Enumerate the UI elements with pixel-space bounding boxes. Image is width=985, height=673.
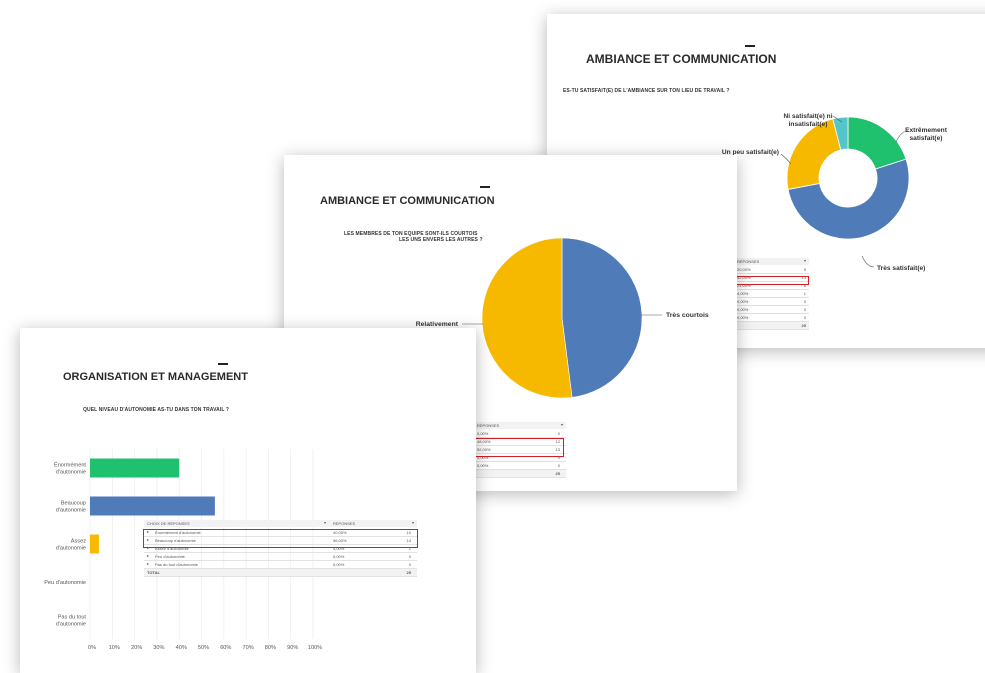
- expand-icon[interactable]: ▸: [147, 561, 149, 566]
- x-tick-label: 90%: [287, 645, 298, 651]
- x-tick-label: 30%: [153, 645, 164, 651]
- table-row: ▸ Pas du tout d'autonomie 0,00% 0: [144, 561, 417, 569]
- label-ni-satisfait: Ni satisfait(e) ni: [783, 113, 832, 120]
- label-extremement-satisfait: satisfait(e): [910, 135, 943, 142]
- table-header: CHOIX DE RÉPONSES ▾ RÉPONSES ▾: [144, 520, 417, 527]
- category-label: Peu d'autonomie: [44, 580, 86, 586]
- row-count: 0: [803, 315, 806, 320]
- category-label: d'autonomie: [56, 508, 86, 514]
- table-row: 0,00% 0: [733, 298, 809, 306]
- row-choice: Pas du tout d'autonomie: [155, 562, 199, 567]
- table-header-responses: RÉPONSES: [333, 521, 356, 526]
- expand-icon[interactable]: ▸: [147, 553, 149, 558]
- row-count: 5: [803, 267, 806, 272]
- total-count: 25: [801, 323, 806, 328]
- row-percent: 0,00%: [477, 463, 489, 468]
- category-label: Assez: [71, 539, 86, 545]
- table-row: 0,00% 0: [733, 314, 809, 322]
- label-extremement-satisfait: Extrêmement: [905, 127, 948, 134]
- row-percent: 0,00%: [333, 554, 345, 559]
- row-percent: 0,00%: [737, 299, 749, 304]
- sort-icon: ▾: [411, 520, 414, 525]
- sort-icon: ▾: [803, 258, 806, 263]
- row-percent: 0,00%: [737, 315, 749, 320]
- x-tick-label: 60%: [220, 645, 231, 651]
- row-percent: 0,00%: [477, 431, 489, 436]
- label-tres-satisfait: Très satisfait(e): [877, 265, 925, 272]
- donut-slice: [847, 116, 907, 170]
- table-row: 0,00% 0: [474, 462, 566, 470]
- x-tick-label: 10%: [109, 645, 120, 651]
- sort-icon: ▾: [560, 422, 563, 427]
- row-count: 0: [803, 307, 806, 312]
- table-row: 0,00% 0: [474, 430, 566, 438]
- category-label: d'autonomie: [56, 546, 86, 552]
- row-count: 0: [557, 463, 560, 468]
- x-tick-label: 100%: [308, 645, 322, 651]
- x-tick-label: 50%: [198, 645, 209, 651]
- category-label: Pas du tout: [58, 615, 87, 621]
- row-percent: 0,00%: [737, 307, 749, 312]
- table-total-row: 25: [474, 470, 566, 478]
- sort-icon: ▾: [324, 520, 327, 525]
- total-count: 25: [406, 570, 411, 575]
- row-count: 1: [803, 291, 806, 296]
- slide-organisation-management: ORGANISATION ET MANAGEMENT QUEL NIVEAU D…: [20, 328, 476, 673]
- responses-table: RÉPONSES ▾ 20,00% 5 52,00% 13 24,00% 6 4,00% 1 0…: [733, 258, 809, 338]
- table-header-responses: RÉPONSES: [737, 259, 760, 264]
- table-row: 4,00% 1: [733, 290, 809, 298]
- table-header-choices: CHOIX DE RÉPONSES: [147, 521, 190, 526]
- row-percent: 0,00%: [333, 562, 345, 567]
- pie-slice: [481, 237, 573, 399]
- bar: [90, 534, 99, 554]
- x-tick-label: 70%: [242, 645, 253, 651]
- table-total-row: 25: [733, 322, 809, 330]
- x-tick-label: 20%: [131, 645, 142, 651]
- bar: [90, 496, 215, 516]
- table-header-responses: RÉPONSES: [477, 423, 500, 428]
- highlight-box: [143, 529, 418, 548]
- row-count: 0: [803, 299, 806, 304]
- table-row: 20,00% 5: [733, 266, 809, 274]
- row-count: 0: [557, 431, 560, 436]
- bar-chart: 0% 10% 20% 30% 40% 50% 60% 70% 80% 90% 100% Énormém…: [44, 449, 322, 651]
- table-row: 0,00% 0: [733, 306, 809, 314]
- row-count: 0: [408, 554, 411, 559]
- pie-slice: [561, 237, 643, 398]
- category-label: d'autonomie: [56, 622, 86, 628]
- category-label: d'autonomie: [56, 470, 86, 476]
- table-total-row: TOTAL 25: [144, 569, 417, 577]
- highlight-box: [730, 276, 809, 285]
- table-row: ▸ Peu d'autonomie 0,00% 0: [144, 553, 417, 561]
- donut-slice: [786, 118, 842, 190]
- total-count: 25: [555, 471, 560, 476]
- row-percent: 4,00%: [737, 291, 749, 296]
- table-header: RÉPONSES ▾: [733, 258, 809, 265]
- row-count: 0: [408, 562, 411, 567]
- row-percent: 20,00%: [737, 267, 751, 272]
- bar: [90, 458, 180, 478]
- leader-line: [861, 255, 875, 268]
- category-label: Énormément: [54, 462, 86, 469]
- category-label: Beaucoup: [61, 501, 86, 507]
- x-tick-label: 40%: [176, 645, 187, 651]
- x-tick-label: 0%: [88, 645, 96, 651]
- table-header: RÉPONSES ▾: [474, 422, 566, 429]
- row-choice: Peu d'autonomie: [155, 554, 185, 559]
- label-ni-satisfait: insatisfait(e): [789, 121, 828, 128]
- total-label: TOTAL: [147, 570, 160, 575]
- highlight-box: [472, 438, 564, 457]
- label-tres-courtois: Très courtois: [666, 312, 709, 319]
- x-tick-label: 80%: [265, 645, 276, 651]
- label-relativement: Relativement: [416, 321, 459, 328]
